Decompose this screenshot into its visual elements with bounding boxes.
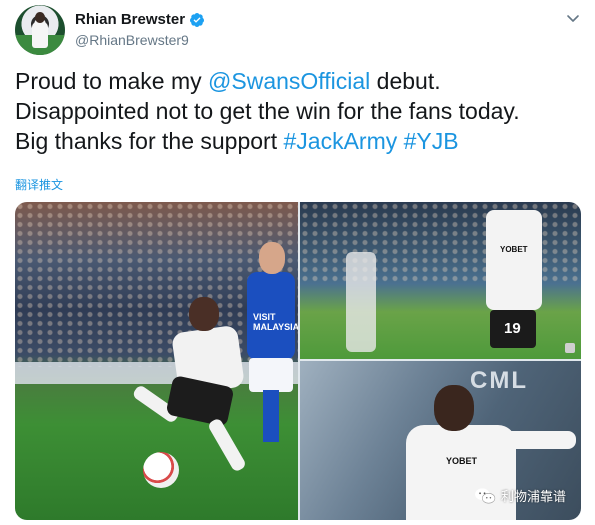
player-head: [189, 297, 219, 331]
image-corner-badge-icon: [565, 343, 575, 353]
photo-tackle[interactable]: VISIT MALAYSIA: [15, 202, 298, 520]
display-name[interactable]: Rhian Brewster: [75, 11, 205, 28]
translate-tweet-link[interactable]: 翻译推文: [15, 176, 63, 193]
player-head: [434, 385, 474, 431]
player-leg-right: [206, 417, 248, 473]
tweet-line-3: Big thanks for the support #JackArmy #YJ…: [15, 126, 585, 156]
tweet-line-1: Proud to make my @SwansOfficial debut.: [15, 66, 585, 96]
opponent-head: [259, 242, 285, 274]
wechat-icon: [475, 487, 496, 503]
tweet-text: Proud to make my @SwansOfficial debut. D…: [15, 66, 585, 156]
mention-link[interactable]: @SwansOfficial: [208, 68, 370, 94]
opponent-leg: [263, 390, 279, 442]
football: [143, 452, 179, 488]
avatar-figure-head: [35, 12, 45, 23]
watermark: 利物浦靠谱: [474, 486, 566, 505]
shirt-sponsor: YOBET: [446, 456, 478, 466]
tweet-line-3-prefix: Big thanks for the support: [15, 128, 284, 154]
avatar[interactable]: [15, 5, 65, 55]
hashtag-link-yjb[interactable]: #YJB: [404, 128, 459, 154]
verified-badge-icon: [190, 12, 205, 27]
background-player: [346, 252, 376, 352]
player-shirt: [406, 425, 516, 520]
user-handle[interactable]: @RhianBrewster9: [75, 32, 189, 48]
tweet-line-2: Disappointed not to get the win for the …: [15, 98, 520, 124]
chevron-down-icon[interactable]: [565, 10, 581, 26]
tweet-line-1-prefix: Proud to make my: [15, 68, 209, 94]
swansea-player-19: YOBET 19: [478, 210, 548, 359]
display-name-text[interactable]: Rhian Brewster: [75, 11, 185, 28]
avatar-figure-body: [32, 22, 48, 48]
photo-standing-player[interactable]: YOBET 19: [300, 202, 581, 359]
tweet-line-1-suffix: debut.: [370, 68, 441, 94]
media-grid: VISIT MALAYSIA YOBET 19 CML YOBET: [15, 202, 581, 520]
watermark-label: 利物浦靠谱: [501, 489, 567, 504]
shirt-sponsor: YOBET: [500, 245, 528, 254]
swansea-player-sliding: [125, 297, 265, 477]
shirt-number: 19: [504, 320, 521, 337]
player-shirt: [486, 210, 542, 310]
hashtag-link-jackarmy[interactable]: #JackArmy: [284, 128, 398, 154]
